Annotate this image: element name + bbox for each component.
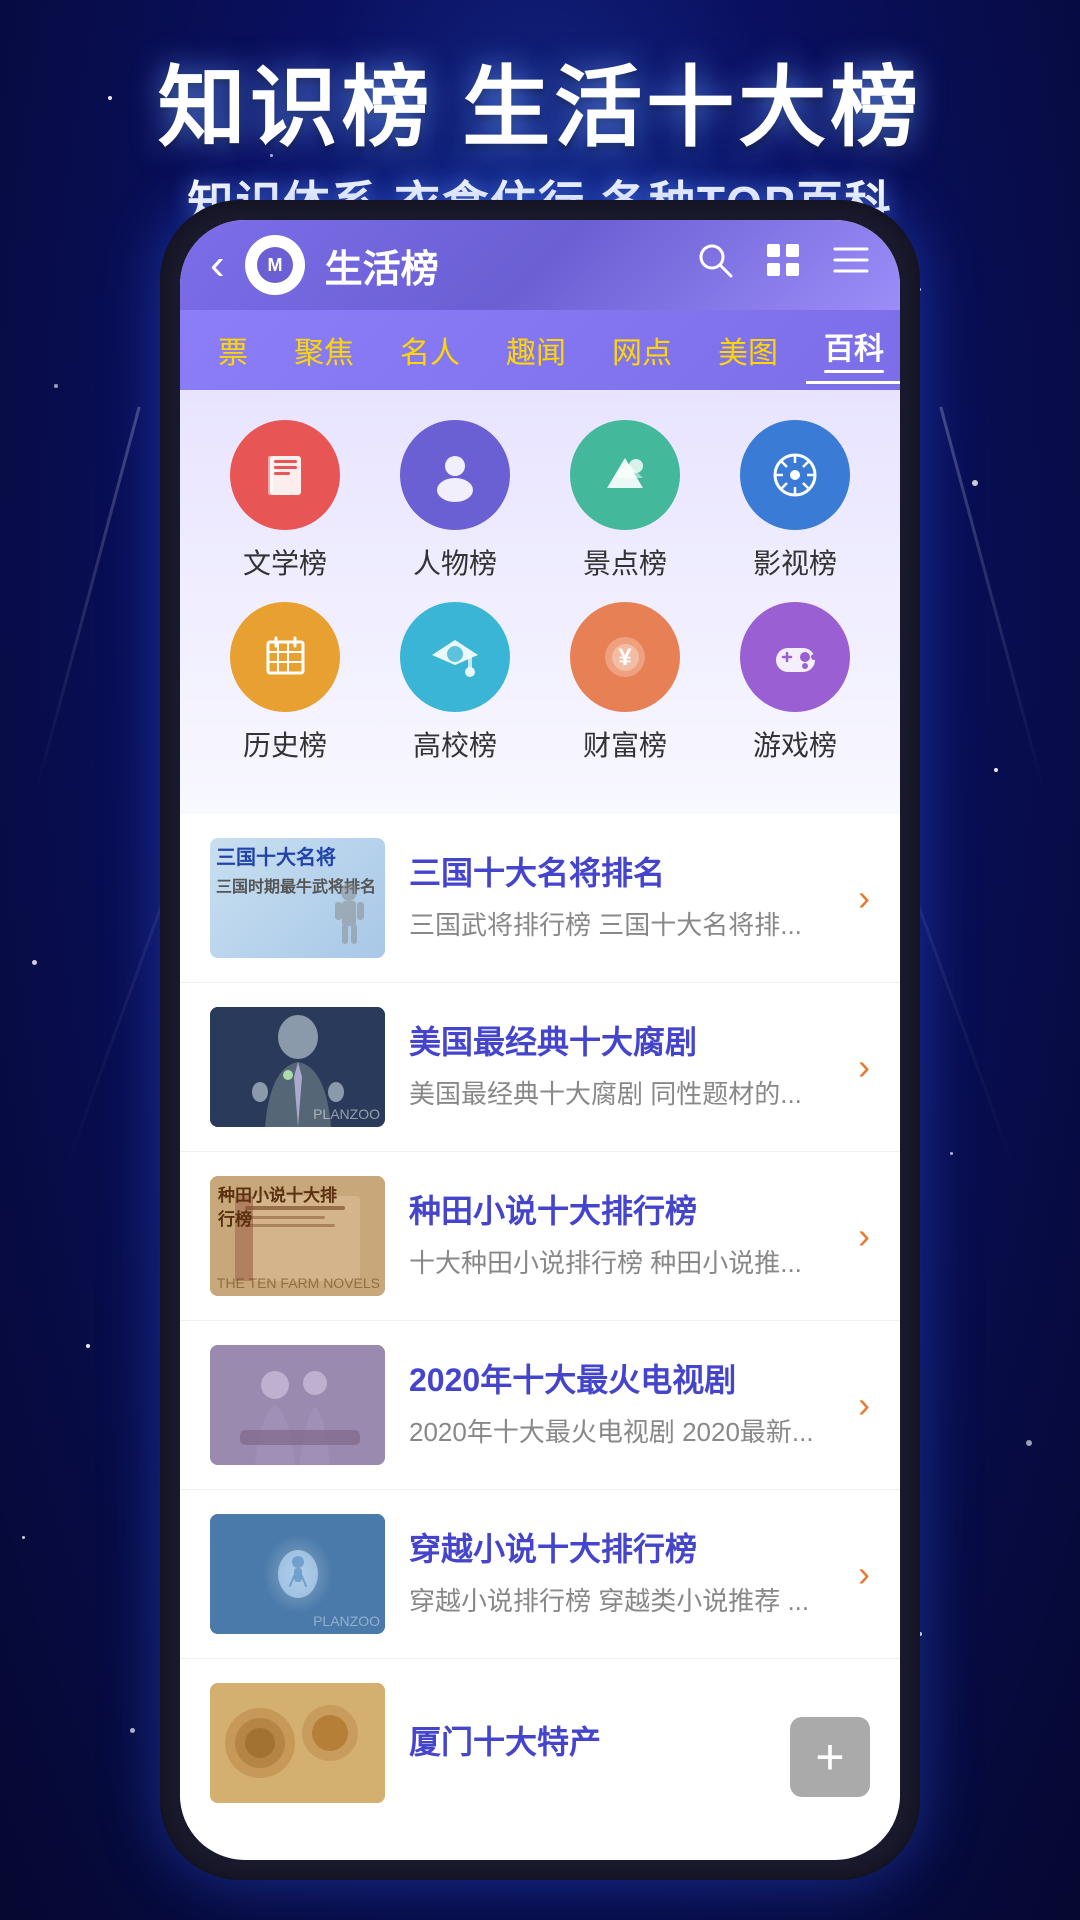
wealth-icon: ¥ [570, 602, 680, 712]
fab-icon: + [815, 1728, 844, 1786]
list-content-1: 美国最经典十大腐剧 美国最经典十大腐剧 同性题材的... [409, 1022, 834, 1112]
list-title-3: 2020年十大最火电视剧 [409, 1360, 834, 1402]
list-arrow-0: › [858, 877, 870, 919]
game-icon [740, 602, 850, 712]
list-arrow-1: › [858, 1046, 870, 1088]
grid-icon[interactable] [764, 241, 802, 289]
tab-item-2[interactable]: 名人 [382, 320, 478, 380]
history-icon [230, 602, 340, 712]
list-thumb-2: 种田小说十大排行榜 THE TEN FARM NOVELS [210, 1176, 385, 1296]
category-row-1: 文学榜 人物榜 [200, 420, 880, 582]
film-icon [740, 420, 850, 530]
people-icon [400, 420, 510, 530]
category-grid: 文学榜 人物榜 [180, 390, 900, 814]
list-thumb-5 [210, 1683, 385, 1803]
nav-actions [696, 241, 870, 289]
list-title-0: 三国十大名将排名 [409, 853, 834, 895]
scenery-label: 景点榜 [583, 542, 667, 582]
tab-bar: 票 聚焦 名人 趣闻 网点 美图 百科 [180, 310, 900, 390]
tab-item-0[interactable]: 票 [200, 320, 266, 380]
back-button[interactable]: ‹ [210, 240, 225, 290]
list-desc-3: 2020年十大最火电视剧 2020最新... [409, 1414, 834, 1450]
svg-text:M: M [267, 255, 282, 275]
category-scenery[interactable]: 景点榜 [550, 420, 700, 582]
svg-text:¥: ¥ [618, 644, 632, 671]
category-wealth[interactable]: ¥ 财富榜 [550, 602, 700, 764]
category-film[interactable]: 影视榜 [720, 420, 870, 582]
phone-outer: ‹ M 生活榜 [160, 200, 920, 1880]
tab-item-5[interactable]: 美图 [700, 320, 796, 380]
list-content-0: 三国十大名将排名 三国武将排行榜 三国十大名将排... [409, 853, 834, 943]
list-item-0[interactable]: 三国十大名将三国时期最牛武将排名 三国十大名将排名 [180, 814, 900, 983]
literature-icon [230, 420, 340, 530]
list-thumb-3 [210, 1345, 385, 1465]
university-icon [400, 602, 510, 712]
search-icon[interactable] [696, 241, 734, 289]
list-arrow-2: › [858, 1215, 870, 1257]
list-item-4[interactable]: PLANZOO 穿越小说十大排行榜 穿越小说排行榜 穿越类小说推荐 ... › [180, 1490, 900, 1659]
list-arrow-4: › [858, 1553, 870, 1595]
phone-wrapper: ‹ M 生活榜 [160, 200, 920, 1880]
nav-bar: ‹ M 生活榜 [180, 220, 900, 310]
wealth-label: 财富榜 [583, 724, 667, 764]
nav-title: 生活榜 [325, 238, 676, 293]
list-section: 三国十大名将三国时期最牛武将排名 三国十大名将排名 [180, 814, 900, 1827]
category-literature[interactable]: 文学榜 [210, 420, 360, 582]
list-content-4: 穿越小说十大排行榜 穿越小说排行榜 穿越类小说推荐 ... [409, 1529, 834, 1619]
list-title-1: 美国最经典十大腐剧 [409, 1022, 834, 1064]
list-content-5: 厦门十大特产 [409, 1722, 834, 1764]
list-desc-1: 美国最经典十大腐剧 同性题材的... [409, 1076, 834, 1112]
category-people[interactable]: 人物榜 [380, 420, 530, 582]
fab-button[interactable]: + [790, 1717, 870, 1797]
list-item-2[interactable]: 种田小说十大排行榜 THE TEN FARM NOVELS 种田小说十大排行榜 … [180, 1152, 900, 1321]
tab-item-4[interactable]: 网点 [594, 320, 690, 380]
list-arrow-3: › [858, 1384, 870, 1426]
list-thumb-4: PLANZOO [210, 1514, 385, 1634]
game-label: 游戏榜 [753, 724, 837, 764]
phone-screen: ‹ M 生活榜 [180, 220, 900, 1860]
list-title-4: 穿越小说十大排行榜 [409, 1529, 834, 1571]
category-university[interactable]: 高校榜 [380, 602, 530, 764]
list-icon[interactable] [832, 241, 870, 289]
list-item-1[interactable]: PLANZOO 美国最经典十大腐剧 美国最经典十大腐剧 同性题材的... › [180, 983, 900, 1152]
university-label: 高校榜 [413, 724, 497, 764]
list-thumb-1: PLANZOO [210, 1007, 385, 1127]
list-title-5: 厦门十大特产 [409, 1722, 834, 1764]
tab-item-6[interactable]: 百科 [806, 316, 900, 384]
list-desc-0: 三国武将排行榜 三国十大名将排... [409, 907, 834, 943]
list-content-2: 种田小说十大排行榜 十大种田小说排行榜 种田小说推... [409, 1191, 834, 1281]
category-history[interactable]: 历史榜 [210, 602, 360, 764]
list-desc-4: 穿越小说排行榜 穿越类小说推荐 ... [409, 1583, 834, 1619]
hero-title: 知识榜 生活十大榜 [158, 60, 922, 157]
list-thumb-0: 三国十大名将三国时期最牛武将排名 [210, 838, 385, 958]
list-desc-2: 十大种田小说排行榜 种田小说推... [409, 1245, 834, 1281]
history-label: 历史榜 [243, 724, 327, 764]
app-logo: M [245, 235, 305, 295]
list-title-2: 种田小说十大排行榜 [409, 1191, 834, 1233]
tab-item-3[interactable]: 趣闻 [488, 320, 584, 380]
category-game[interactable]: 游戏榜 [720, 602, 870, 764]
scenery-icon [570, 420, 680, 530]
list-item-3[interactable]: 2020年十大最火电视剧 2020年十大最火电视剧 2020最新... › [180, 1321, 900, 1490]
people-label: 人物榜 [413, 542, 497, 582]
literature-label: 文学榜 [243, 542, 327, 582]
category-row-2: 历史榜 高校榜 [200, 602, 880, 764]
tab-item-1[interactable]: 聚焦 [276, 320, 372, 380]
film-label: 影视榜 [753, 542, 837, 582]
list-content-3: 2020年十大最火电视剧 2020年十大最火电视剧 2020最新... [409, 1360, 834, 1450]
